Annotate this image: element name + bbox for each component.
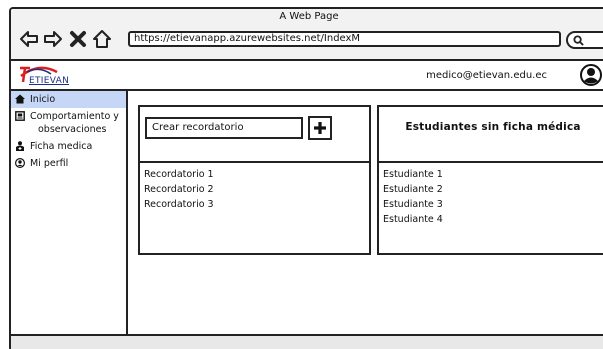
panel-divider — [140, 161, 369, 163]
forward-arrow-icon[interactable] — [43, 29, 63, 49]
user-avatar-icon[interactable] — [580, 64, 602, 86]
browser-window: A Web Page https://etievanapp.azurewebsi… — [9, 7, 603, 349]
sidebar-item-label: Mi perfil — [30, 158, 69, 169]
etievan-logo[interactable]: ETIEVAN — [17, 64, 77, 88]
sidebar-item-comportamiento[interactable]: Comportamiento y observaciones — [11, 108, 126, 138]
medical-icon — [16, 141, 24, 151]
sidebar-item-ficha-medica[interactable]: Ficha medica — [11, 138, 126, 155]
sidebar: Inicio Comportamiento y observaciones Fi… — [11, 91, 128, 336]
create-reminder-input[interactable]: Crear recordatorio — [145, 117, 303, 139]
reminders-list: Recordatorio 1 Recordatorio 2 Recordator… — [144, 167, 214, 212]
plus-icon — [314, 122, 326, 134]
list-item[interactable]: Estudiante 2 — [383, 182, 443, 197]
back-arrow-icon[interactable] — [19, 29, 39, 49]
sidebar-item-mi-perfil[interactable]: Mi perfil — [11, 155, 126, 172]
sidebar-item-label-line2: observaciones — [38, 124, 107, 135]
sidebar-item-label: Ficha medica — [30, 141, 93, 152]
home-icon[interactable] — [92, 29, 112, 49]
students-list: Estudiante 1 Estudiante 2 Estudiante 3 E… — [383, 167, 443, 227]
list-item[interactable]: Estudiante 4 — [383, 212, 443, 227]
home-icon — [15, 94, 25, 104]
list-item[interactable]: Recordatorio 1 — [144, 167, 214, 182]
user-email: medico@etievan.edu.ec — [426, 70, 547, 81]
sidebar-item-inicio[interactable]: Inicio — [11, 91, 126, 108]
close-icon[interactable] — [68, 29, 88, 49]
user-circle-icon — [15, 158, 25, 168]
students-panel-title: Estudiantes sin ficha médica — [405, 121, 581, 133]
browser-titlebar: A Web Page https://etievanapp.azurewebsi… — [11, 9, 603, 61]
browser-search-box[interactable] — [566, 31, 603, 49]
list-item[interactable]: Recordatorio 2 — [144, 182, 214, 197]
add-reminder-button[interactable] — [308, 116, 332, 140]
window-title: A Web Page — [279, 11, 339, 22]
search-icon — [573, 35, 584, 46]
sidebar-item-label: Comportamiento y — [30, 111, 119, 122]
app-header: ETIEVAN medico@etievan.edu.ec — [11, 61, 603, 91]
panel-divider — [379, 161, 603, 163]
list-item[interactable]: Estudiante 3 — [383, 197, 443, 212]
reminders-panel: Crear recordatorio Recordatorio 1 Record… — [138, 105, 371, 255]
status-bar — [11, 334, 603, 349]
clipboard-icon — [15, 111, 25, 121]
url-bar[interactable]: https://etievanapp.azurewebsites.net/Ind… — [128, 31, 561, 47]
students-panel: Estudiantes sin ficha médica Estudiante … — [377, 105, 603, 255]
logo-text: ETIEVAN — [29, 76, 70, 86]
list-item[interactable]: Recordatorio 3 — [144, 197, 214, 212]
sidebar-item-label: Inicio — [30, 94, 56, 105]
list-item[interactable]: Estudiante 1 — [383, 167, 443, 182]
